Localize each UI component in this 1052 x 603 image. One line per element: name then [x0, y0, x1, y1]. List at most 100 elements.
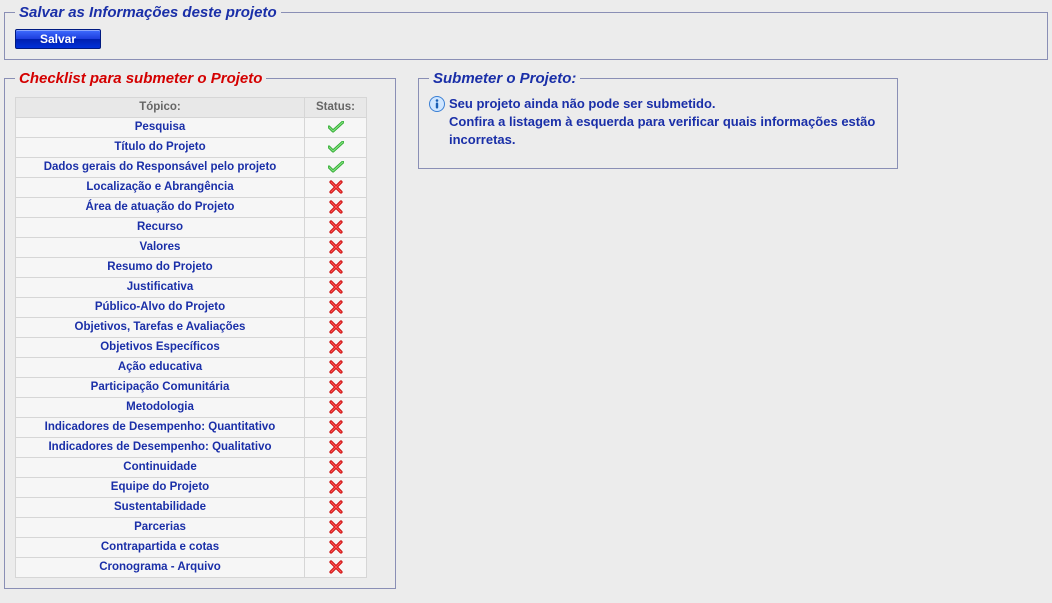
checklist-topic[interactable]: Metodologia — [16, 398, 305, 418]
checklist-status — [305, 138, 367, 158]
checklist-topic[interactable]: Título do Projeto — [16, 138, 305, 158]
table-row: Justificativa — [16, 278, 367, 298]
save-info-fieldset: Salvar as Informações deste projeto Salv… — [4, 4, 1048, 60]
checklist-table: Tópico: Status: PesquisaTítulo do Projet… — [15, 97, 367, 578]
cross-icon — [329, 560, 343, 574]
checklist-status — [305, 418, 367, 438]
checklist-topic[interactable]: Dados gerais do Responsável pelo projeto — [16, 158, 305, 178]
checklist-topic[interactable]: Resumo do Projeto — [16, 258, 305, 278]
cross-icon — [329, 260, 343, 274]
check-icon — [328, 121, 344, 133]
checklist-topic[interactable]: Cronograma - Arquivo — [16, 558, 305, 578]
table-row: Ação educativa — [16, 358, 367, 378]
checklist-topic[interactable]: Justificativa — [16, 278, 305, 298]
checklist-topic[interactable]: Pesquisa — [16, 118, 305, 138]
checklist-status — [305, 118, 367, 138]
checklist-topic[interactable]: Participação Comunitária — [16, 378, 305, 398]
cross-icon — [329, 340, 343, 354]
checklist-status — [305, 358, 367, 378]
cross-icon — [329, 280, 343, 294]
checklist-fieldset: Checklist para submeter o Projeto Tópico… — [4, 70, 396, 589]
table-row: Pesquisa — [16, 118, 367, 138]
table-row: Título do Projeto — [16, 138, 367, 158]
checklist-status — [305, 558, 367, 578]
checklist-topic[interactable]: Equipe do Projeto — [16, 478, 305, 498]
checklist-status — [305, 338, 367, 358]
table-row: Indicadores de Desempenho: Qualitativo — [16, 438, 367, 458]
checklist-topic[interactable]: Recurso — [16, 218, 305, 238]
checklist-status — [305, 298, 367, 318]
table-row: Participação Comunitária — [16, 378, 367, 398]
submit-legend: Submeter o Projeto: — [429, 70, 580, 87]
cross-icon — [329, 300, 343, 314]
checklist-status — [305, 458, 367, 478]
cross-icon — [329, 240, 343, 254]
checklist-topic[interactable]: Indicadores de Desempenho: Quantitativo — [16, 418, 305, 438]
checklist-status — [305, 378, 367, 398]
cross-icon — [329, 180, 343, 194]
checklist-status — [305, 278, 367, 298]
checklist-topic[interactable]: Parcerias — [16, 518, 305, 538]
checklist-topic[interactable]: Continuidade — [16, 458, 305, 478]
checklist-header-topic: Tópico: — [16, 98, 305, 118]
checklist-status — [305, 478, 367, 498]
table-row: Público-Alvo do Projeto — [16, 298, 367, 318]
cross-icon — [329, 440, 343, 454]
checklist-topic[interactable]: Localização e Abrangência — [16, 178, 305, 198]
checklist-status — [305, 318, 367, 338]
checklist-topic[interactable]: Sustentabilidade — [16, 498, 305, 518]
checklist-status — [305, 158, 367, 178]
submit-warning: Seu projeto ainda não pode ser submetido… — [429, 95, 887, 150]
cross-icon — [329, 380, 343, 394]
checklist-status — [305, 218, 367, 238]
checklist-status — [305, 438, 367, 458]
table-row: Metodologia — [16, 398, 367, 418]
table-row: Objetivos Específicos — [16, 338, 367, 358]
cross-icon — [329, 460, 343, 474]
table-row: Área de atuação do Projeto — [16, 198, 367, 218]
checklist-status — [305, 258, 367, 278]
checklist-header-status: Status: — [305, 98, 367, 118]
info-icon — [429, 96, 445, 112]
submit-fieldset: Submeter o Projeto: Seu projeto ainda nã… — [418, 70, 898, 169]
checklist-topic[interactable]: Objetivos Específicos — [16, 338, 305, 358]
table-row: Valores — [16, 238, 367, 258]
save-button[interactable]: Salvar — [15, 29, 101, 49]
cross-icon — [329, 500, 343, 514]
table-row: Equipe do Projeto — [16, 478, 367, 498]
cross-icon — [329, 420, 343, 434]
submit-warning-line1: Seu projeto ainda não pode ser submetido… — [449, 96, 716, 111]
cross-icon — [329, 400, 343, 414]
check-icon — [328, 141, 344, 153]
checklist-status — [305, 498, 367, 518]
table-row: Localização e Abrangência — [16, 178, 367, 198]
checklist-status — [305, 538, 367, 558]
table-row: Indicadores de Desempenho: Quantitativo — [16, 418, 367, 438]
table-row: Continuidade — [16, 458, 367, 478]
checklist-topic[interactable]: Área de atuação do Projeto — [16, 198, 305, 218]
checklist-status — [305, 178, 367, 198]
checklist-topic[interactable]: Indicadores de Desempenho: Qualitativo — [16, 438, 305, 458]
table-row: Parcerias — [16, 518, 367, 538]
checklist-status — [305, 238, 367, 258]
cross-icon — [329, 220, 343, 234]
table-row: Sustentabilidade — [16, 498, 367, 518]
checklist-status — [305, 518, 367, 538]
cross-icon — [329, 200, 343, 214]
cross-icon — [329, 320, 343, 334]
checklist-status — [305, 398, 367, 418]
checklist-topic[interactable]: Ação educativa — [16, 358, 305, 378]
checklist-topic[interactable]: Contrapartida e cotas — [16, 538, 305, 558]
checklist-topic[interactable]: Objetivos, Tarefas e Avaliações — [16, 318, 305, 338]
table-row: Cronograma - Arquivo — [16, 558, 367, 578]
cross-icon — [329, 540, 343, 554]
check-icon — [328, 161, 344, 173]
table-row: Objetivos, Tarefas e Avaliações — [16, 318, 367, 338]
cross-icon — [329, 480, 343, 494]
checklist-topic[interactable]: Público-Alvo do Projeto — [16, 298, 305, 318]
cross-icon — [329, 360, 343, 374]
checklist-status — [305, 198, 367, 218]
checklist-topic[interactable]: Valores — [16, 238, 305, 258]
submit-warning-line2: Confira a listagem à esquerda para verif… — [449, 114, 875, 147]
table-row: Dados gerais do Responsável pelo projeto — [16, 158, 367, 178]
